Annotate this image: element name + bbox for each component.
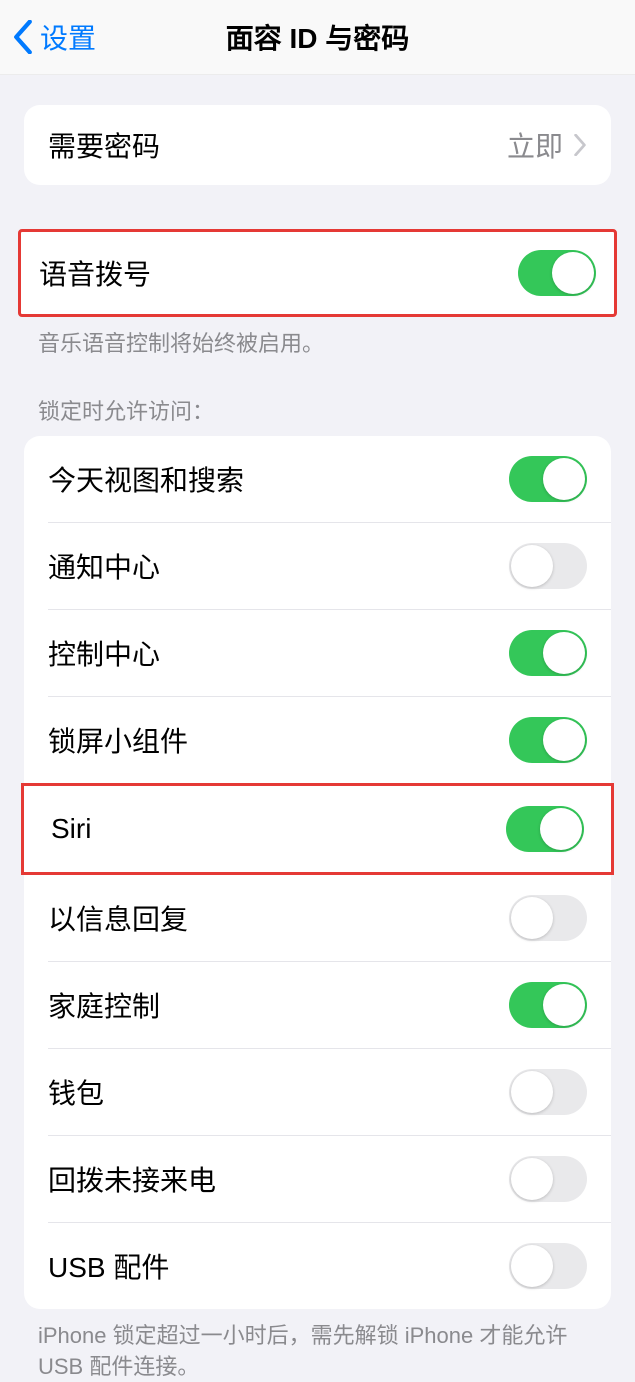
require-passcode-label: 需要密码 (48, 125, 160, 165)
lock-access-item-label: USB 配件 (48, 1246, 169, 1286)
voice-dial-switch[interactable] (518, 250, 596, 296)
lock-access-item-switch[interactable] (509, 1069, 587, 1115)
lock-access-row: 家庭控制 (24, 962, 611, 1048)
lock-access-row: 锁屏小组件 (24, 697, 611, 783)
lock-access-item-switch[interactable] (509, 543, 587, 589)
lock-access-item-switch[interactable] (509, 630, 587, 676)
lock-access-header: 锁定时允许访问： (0, 394, 635, 436)
lock-access-item-switch[interactable] (509, 982, 587, 1028)
lock-access-item-switch[interactable] (509, 895, 587, 941)
lock-access-item-label: 钱包 (48, 1072, 104, 1112)
voice-dial-footer: 音乐语音控制将始终被启用。 (0, 317, 635, 360)
lock-access-list: 今天视图和搜索通知中心控制中心锁屏小组件 Siri 以信息回复家庭控制钱包回拨未接来… (24, 436, 611, 1309)
nav-bar: 设置 面容 ID 与密码 (0, 0, 635, 75)
voice-dial-row: 语音拨号 (21, 232, 614, 314)
lock-access-item-label: 回拨未接来电 (48, 1159, 216, 1199)
voice-dial-label: 语音拨号 (39, 253, 151, 293)
lock-access-row: 钱包 (24, 1049, 611, 1135)
lock-access-row: USB 配件 (24, 1223, 611, 1309)
lock-access-footer: iPhone 锁定超过一小时后，需先解锁 iPhone 才能允许 USB 配件连… (0, 1309, 635, 1382)
lock-access-row: 今天视图和搜索 (24, 436, 611, 522)
lock-access-row: 通知中心 (24, 523, 611, 609)
lock-access-item-label: 今天视图和搜索 (48, 459, 244, 499)
lock-access-item-label: 锁屏小组件 (48, 720, 188, 760)
require-passcode-value: 立即 (507, 125, 563, 165)
lock-access-row: 回拨未接来电 (24, 1136, 611, 1222)
lock-access-item-switch[interactable] (509, 1156, 587, 1202)
lock-access-item-switch[interactable] (509, 456, 587, 502)
voice-dial-group: 语音拨号 (18, 229, 617, 317)
lock-access-item-label: 家庭控制 (48, 985, 160, 1025)
lock-access-item-label: 通知中心 (48, 546, 160, 586)
lock-access-row: Siri (21, 783, 614, 875)
lock-access-item-label: 以信息回复 (48, 898, 188, 938)
lock-access-row: 控制中心 (24, 610, 611, 696)
require-passcode-group: 需要密码 立即 (24, 105, 611, 185)
require-passcode-row[interactable]: 需要密码 立即 (24, 105, 611, 185)
lock-access-row: 以信息回复 (24, 875, 611, 961)
lock-access-item-switch[interactable] (509, 717, 587, 763)
chevron-left-icon (12, 20, 34, 54)
back-label: 设置 (40, 17, 96, 57)
lock-access-item-label: 控制中心 (48, 633, 160, 673)
lock-access-item-switch[interactable] (509, 1243, 587, 1289)
back-button[interactable]: 设置 (0, 17, 96, 57)
lock-access-item-switch[interactable] (506, 806, 584, 852)
lock-access-item-label: Siri (51, 813, 91, 845)
chevron-right-icon (573, 134, 587, 156)
